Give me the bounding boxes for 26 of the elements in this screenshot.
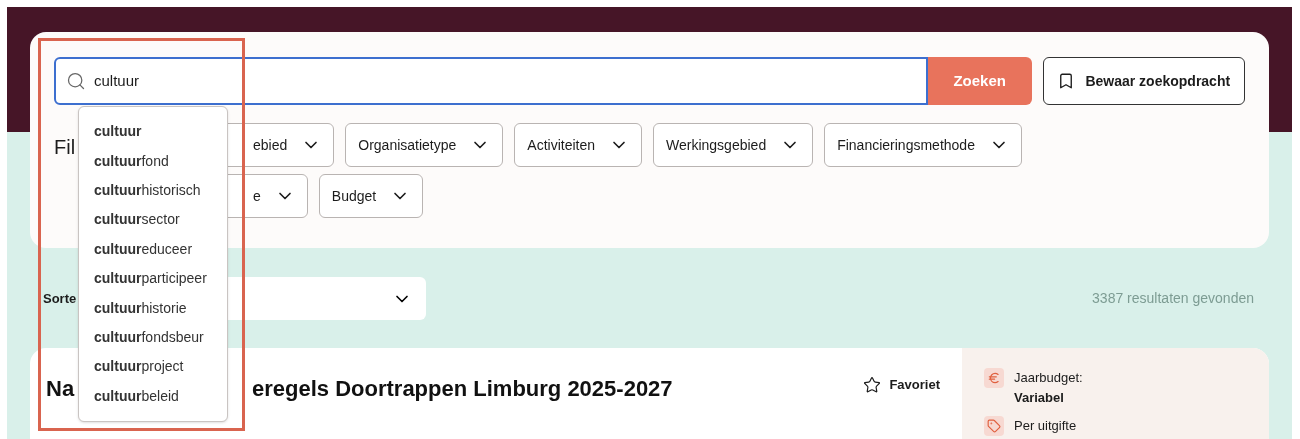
- result-title: eregels Doortrappen Limburg 2025-2027: [252, 375, 673, 403]
- suggestion-item[interactable]: cultuurhistorie: [79, 293, 227, 323]
- search-icon: [66, 71, 86, 91]
- fact-value: Variabel: [1014, 388, 1065, 407]
- search-field[interactable]: cultuur: [54, 57, 928, 105]
- favorite-button[interactable]: Favoriet: [863, 375, 940, 395]
- sort-label: Sorte: [43, 289, 77, 308]
- filter-dropdown[interactable]: Activiteiten: [514, 123, 643, 167]
- filter-dropdown[interactable]: Werkingsgebied: [653, 123, 814, 167]
- filter-dropdown[interactable]: Financieringsmethode: [824, 123, 1022, 167]
- suggestion-item[interactable]: cultuurparticipeer: [79, 263, 227, 294]
- search-input[interactable]: cultuur: [94, 69, 594, 93]
- suggestion-item[interactable]: cultuurproject: [79, 352, 227, 382]
- result-count: 3387 resultaten gevonden: [1092, 289, 1254, 308]
- euro-icon: [984, 368, 1004, 388]
- star-icon: [863, 375, 882, 394]
- suggestion-item[interactable]: cultuurbeleid: [79, 381, 227, 411]
- filter-dropdown[interactable]: Organisatietype: [345, 123, 504, 167]
- result-title: Na: [46, 376, 75, 401]
- tag-icon: [984, 416, 1004, 436]
- fact-label: Per uitgifte: [1014, 417, 1077, 435]
- filter-dropdown[interactable]: Budget: [318, 174, 424, 218]
- suggestion-item[interactable]: cultuureduceer: [79, 234, 227, 264]
- fact-label: Jaarbudget:: [1014, 369, 1083, 387]
- save-search-button[interactable]: Bewaar zoekopdracht: [1042, 57, 1245, 105]
- suggestion-item[interactable]: cultuurfondsbeur: [79, 322, 227, 353]
